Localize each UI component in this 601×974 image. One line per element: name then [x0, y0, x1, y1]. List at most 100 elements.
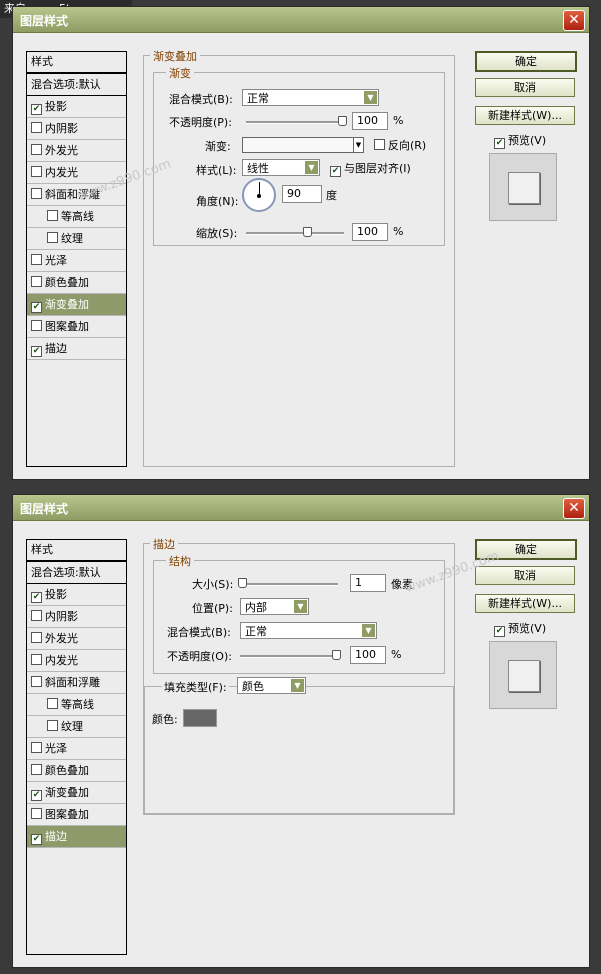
checkbox-icon[interactable]: ✔ [330, 166, 341, 177]
angle-dial[interactable] [242, 178, 276, 212]
style-item-pattern-overlay[interactable]: 图案叠加 [27, 804, 126, 826]
style-item-satin[interactable]: 光泽 [27, 738, 126, 760]
blend-mode-select[interactable]: 正常 ▼ [240, 622, 377, 639]
checkbox-icon[interactable] [31, 276, 42, 287]
checkbox-icon[interactable] [374, 139, 385, 150]
reverse-checkbox[interactable]: 反向(R) [374, 137, 426, 153]
checkbox-icon[interactable] [31, 254, 42, 265]
style-item-label: 图案叠加 [45, 320, 89, 333]
fill-group: 填充类型(F): 颜色 ▼ 颜色: [144, 677, 454, 814]
blend-options-item[interactable]: 混合选项:默认 [27, 73, 126, 96]
checkbox-icon[interactable]: ✔ [31, 346, 42, 357]
checkbox-icon[interactable]: ✔ [31, 790, 42, 801]
checkbox-icon[interactable]: ✔ [31, 302, 42, 313]
ok-button[interactable]: 确定 [475, 51, 577, 72]
checkbox-icon[interactable] [31, 144, 42, 155]
position-select[interactable]: 内部 ▼ [240, 598, 309, 615]
style-item-color-overlay[interactable]: 颜色叠加 [27, 760, 126, 782]
new-style-button[interactable]: 新建样式(W)... [475, 106, 575, 125]
blend-options-item[interactable]: 混合选项:默认 [27, 561, 126, 584]
checkbox-icon[interactable] [31, 764, 42, 775]
style-item-outer-glow[interactable]: 外发光 [27, 140, 126, 162]
checkbox-icon[interactable] [31, 188, 42, 199]
styles-header[interactable]: 样式 [27, 52, 126, 73]
style-item-label: 颜色叠加 [45, 764, 89, 777]
style-item-drop-shadow[interactable]: ✔ 投影 [27, 96, 126, 118]
align-with-layer-checkbox[interactable]: ✔ 与图层对齐(I) [330, 160, 411, 177]
scale-slider[interactable] [246, 227, 344, 237]
style-item-contour[interactable]: 等高线 [27, 206, 126, 228]
style-value: 线性 [247, 162, 269, 175]
checkbox-icon[interactable]: ✔ [31, 104, 42, 115]
checkbox-icon[interactable]: ✔ [494, 138, 505, 149]
checkbox-icon[interactable] [47, 210, 58, 221]
chevron-down-icon: ▼ [305, 161, 318, 174]
fill-type-select[interactable]: 颜色 ▼ [237, 677, 306, 694]
slider-thumb[interactable] [303, 227, 312, 237]
style-item-inner-glow[interactable]: 内发光 [27, 650, 126, 672]
checkbox-icon[interactable] [31, 654, 42, 665]
opacity-input[interactable]: 100 [352, 112, 388, 130]
chevron-down-icon[interactable]: ▼ [353, 137, 364, 153]
size-input[interactable]: 1 [350, 574, 386, 592]
opacity-slider[interactable] [240, 650, 341, 660]
checkbox-icon[interactable] [47, 232, 58, 243]
style-item-inner-shadow[interactable]: 内阴影 [27, 606, 126, 628]
checkbox-icon[interactable] [31, 122, 42, 133]
size-slider[interactable] [238, 578, 338, 588]
style-item-contour[interactable]: 等高线 [27, 694, 126, 716]
gradient-picker[interactable] [242, 137, 354, 153]
style-item-label: 等高线 [61, 698, 94, 711]
style-item-label: 渐变叠加 [45, 786, 89, 799]
title-bar: 图层样式 ✕ [13, 495, 589, 521]
style-item-drop-shadow[interactable]: ✔ 投影 [27, 584, 126, 606]
preview-checkbox[interactable]: ✔ 预览(V) [494, 132, 546, 149]
blend-mode-select[interactable]: 正常 ▼ [242, 89, 379, 106]
slider-thumb[interactable] [338, 116, 347, 126]
style-item-gradient-overlay[interactable]: ✔ 渐变叠加 [27, 782, 126, 804]
checkbox-icon[interactable]: ✔ [494, 626, 505, 637]
checkbox-icon[interactable] [31, 742, 42, 753]
style-select[interactable]: 线性 ▼ [242, 159, 320, 176]
scale-input[interactable]: 100 [352, 223, 388, 241]
cancel-button[interactable]: 取消 [475, 566, 575, 585]
style-item-texture[interactable]: 纹理 [27, 716, 126, 738]
color-swatch[interactable] [183, 709, 217, 727]
preview-checkbox[interactable]: ✔ 预览(V) [494, 620, 546, 637]
style-item-stroke[interactable]: ✔ 描边 [27, 338, 126, 360]
angle-input[interactable]: 90 [282, 185, 322, 203]
checkbox-icon[interactable] [31, 610, 42, 621]
checkbox-icon[interactable] [31, 808, 42, 819]
dialog-title: 图层样式 [20, 502, 69, 516]
slider-thumb[interactable] [332, 650, 341, 660]
checkbox-icon[interactable] [31, 166, 42, 177]
style-item-outer-glow[interactable]: 外发光 [27, 628, 126, 650]
checkbox-icon[interactable] [47, 698, 58, 709]
checkbox-icon[interactable] [31, 320, 42, 331]
new-style-button[interactable]: 新建样式(W)... [475, 594, 575, 613]
close-button[interactable]: ✕ [563, 498, 585, 519]
style-item-pattern-overlay[interactable]: 图案叠加 [27, 316, 126, 338]
checkbox-icon[interactable] [31, 676, 42, 687]
percent-unit: % [393, 225, 404, 238]
style-item-bevel-emboss[interactable]: 斜面和浮雕 [27, 672, 126, 694]
style-item-inner-shadow[interactable]: 内阴影 [27, 118, 126, 140]
checkbox-icon[interactable]: ✔ [31, 834, 42, 845]
style-item-satin[interactable]: 光泽 [27, 250, 126, 272]
style-item-gradient-overlay[interactable]: ✔ 渐变叠加 [27, 294, 126, 316]
style-item-color-overlay[interactable]: 颜色叠加 [27, 272, 126, 294]
chevron-down-icon: ▼ [294, 600, 307, 613]
cancel-button[interactable]: 取消 [475, 78, 575, 97]
slider-thumb[interactable] [238, 578, 247, 588]
close-button[interactable]: ✕ [563, 10, 585, 31]
angle-label: 角度(N): [196, 195, 239, 208]
checkbox-icon[interactable] [31, 632, 42, 643]
chevron-down-icon: ▼ [362, 624, 375, 637]
style-item-stroke[interactable]: ✔ 描边 [27, 826, 126, 848]
styles-header[interactable]: 样式 [27, 540, 126, 561]
checkbox-icon[interactable]: ✔ [31, 592, 42, 603]
opacity-input[interactable]: 100 [350, 646, 386, 664]
checkbox-icon[interactable] [47, 720, 58, 731]
opacity-slider[interactable] [246, 116, 347, 126]
style-item-texture[interactable]: 纹理 [27, 228, 126, 250]
